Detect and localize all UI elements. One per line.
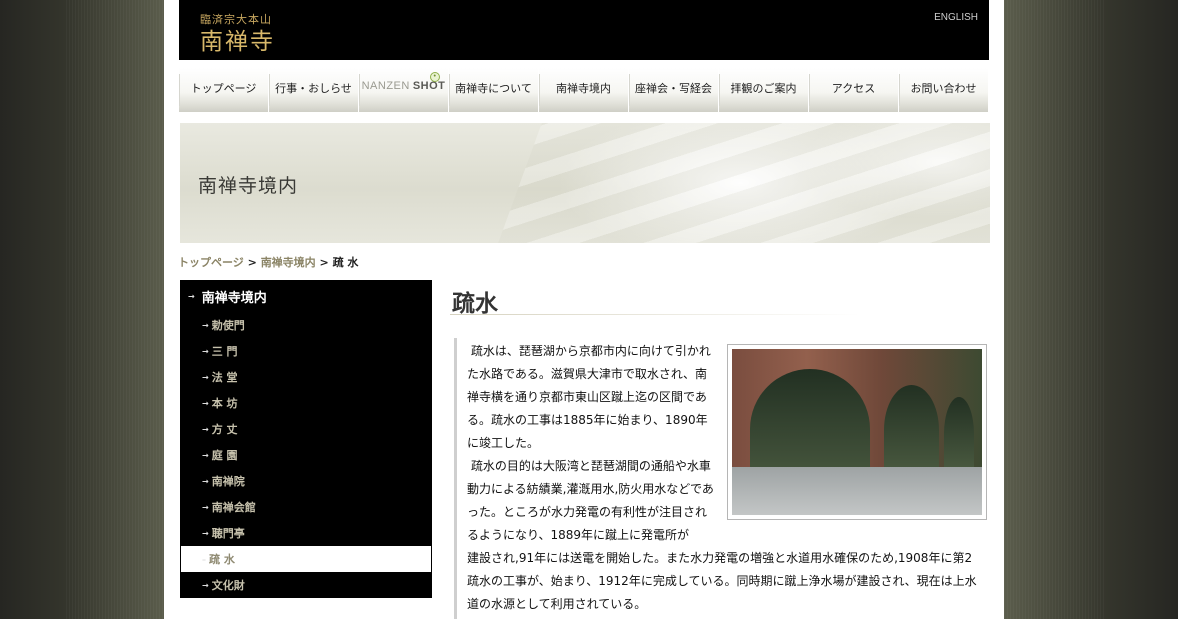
background-left — [0, 0, 164, 619]
content-body: 疏水は、琵琶湖から京都市内に向けて引かれた水路である。滋賀県大津市で取水され、南… — [454, 338, 987, 619]
arrow-icon: → — [202, 450, 209, 460]
nav-nanzen-shot[interactable]: NANZEN SHOT • — [359, 68, 449, 112]
arrow-icon: → — [202, 320, 209, 330]
english-link[interactable]: ENGLISH — [934, 12, 978, 23]
breadcrumb-separator: > — [319, 256, 329, 269]
banner-title: 南禅寺境内 — [198, 175, 299, 197]
arrow-icon: → — [202, 476, 209, 486]
breadcrumb-home[interactable]: トップページ — [178, 256, 244, 269]
arrow-icon: → — [188, 291, 195, 301]
sidebar-heading-label: 南禅寺境内 — [201, 290, 267, 306]
sidebar-item-chokushimon[interactable]: → 勅使門 — [180, 312, 432, 338]
sidebar-item-honbo[interactable]: → 本 坊 — [180, 390, 432, 416]
sidebar-item-teien[interactable]: → 庭 園 — [180, 442, 432, 468]
arrow-icon: → — [202, 502, 209, 512]
nav-contact[interactable]: お問い合わせ — [899, 68, 989, 112]
title-divider — [450, 314, 860, 315]
breadcrumb-current: 疏 水 — [332, 256, 359, 269]
nav-zazen[interactable]: 座禅会・写経会 — [629, 68, 719, 112]
arrow-icon: → — [202, 346, 209, 356]
paragraph-2-continued: 建設され,91年には送電を開始した。また水力発電の増強と水道用水確保のため,19… — [467, 551, 977, 611]
sidebar-item-label: 疏 水 — [209, 553, 235, 566]
new-badge-icon: • — [430, 72, 440, 82]
site-header: 臨済宗大本山 南禅寺 ENGLISH — [179, 0, 989, 60]
nav-about[interactable]: 南禅寺について — [449, 68, 539, 112]
nav-top[interactable]: トップページ — [179, 68, 269, 112]
background-right — [1004, 0, 1178, 619]
sidebar-heading[interactable]: → 南禅寺境内 — [180, 280, 432, 312]
main-nav: トップページ 行事・おしらせ NANZEN SHOT • 南禅寺について 南禅寺境… — [179, 68, 989, 112]
section-banner: 南禅寺境内 — [180, 123, 990, 243]
arrow-icon: → — [202, 424, 209, 434]
nav-access[interactable]: アクセス — [809, 68, 899, 112]
page: 臨済宗大本山 南禅寺 ENGLISH トップページ 行事・おしらせ NANZEN… — [164, 0, 1004, 619]
sidebar-item-label: 方 丈 — [211, 423, 238, 436]
arrow-icon: → — [202, 528, 209, 538]
nav-grounds[interactable]: 南禅寺境内 — [539, 68, 629, 112]
sidebar-item-nanzenin[interactable]: → 南禅院 — [180, 468, 432, 494]
breadcrumb-separator: > — [247, 256, 257, 269]
page-title: 疏水 — [452, 291, 498, 317]
sidebar-item-hatto[interactable]: → 法 堂 — [180, 364, 432, 390]
sidebar-item-chomontei[interactable]: → 聴門亭 — [180, 520, 432, 546]
sidebar-item-label: 三 門 — [211, 345, 238, 358]
sidebar-item-label: 南禅院 — [211, 475, 245, 488]
arrow-icon: → — [202, 398, 209, 408]
nav-events[interactable]: 行事・おしらせ — [269, 68, 359, 112]
breadcrumb-section[interactable]: 南禅寺境内 — [261, 256, 316, 269]
dash-icon: – — [202, 554, 206, 564]
sidebar-item-hojo[interactable]: → 方 丈 — [180, 416, 432, 442]
sidebar-item-label: 文化財 — [211, 579, 245, 592]
sidebar: → 南禅寺境内 → 勅使門 → 三 門 → 法 堂 → 本 坊 → 方 丈 → 庭 園 → 南… — [180, 280, 432, 598]
paragraph-2: 疏水の目的は大阪湾と琵琶湖間の通船や水車動力による紡績業,灌漑用水,防火用水など… — [467, 455, 717, 547]
sidebar-item-label: 聴門亭 — [211, 527, 245, 540]
nav-visit[interactable]: 拝観のご案内 — [719, 68, 809, 112]
paragraph-2-text: 疏水の目的は大阪湾と琵琶湖間の通船や水車動力による紡績業,灌漑用水,防火用水など… — [467, 459, 714, 542]
arrow-icon: → — [202, 580, 209, 590]
sidebar-item-label: 勅使門 — [211, 319, 245, 332]
sidebar-item-kaikan[interactable]: → 南禅会館 — [180, 494, 432, 520]
breadcrumb: トップページ > 南禅寺境内 > 疏 水 — [178, 254, 358, 270]
nav-nanzen-shot-bold: SHOT — [412, 80, 446, 92]
logo-title[interactable]: 南禅寺 — [200, 22, 275, 56]
nav-nanzen-shot-light: NANZEN — [361, 80, 410, 92]
arrow-icon: → — [202, 372, 209, 382]
sidebar-item-sanmon[interactable]: → 三 門 — [180, 338, 432, 364]
sidebar-item-label: 庭 園 — [211, 449, 238, 462]
paragraph-1: 疏水は、琵琶湖から京都市内に向けて引かれた水路である。滋賀県大津市で取水され、南… — [467, 340, 717, 455]
sidebar-item-label: 本 坊 — [211, 397, 238, 410]
article-text: 疏水は、琵琶湖から京都市内に向けて引かれた水路である。滋賀県大津市で取水され、南… — [467, 340, 987, 616]
paragraph-1-text: 疏水は、琵琶湖から京都市内に向けて引かれた水路である。滋賀県大津市で取水され、南… — [467, 344, 711, 450]
sidebar-item-label: 法 堂 — [211, 371, 238, 384]
sidebar-item-label: 南禅会館 — [211, 501, 256, 514]
sidebar-item-bunkazai[interactable]: → 文化財 — [180, 572, 432, 598]
sidebar-item-sosui[interactable]: – 疏 水 — [181, 546, 431, 572]
